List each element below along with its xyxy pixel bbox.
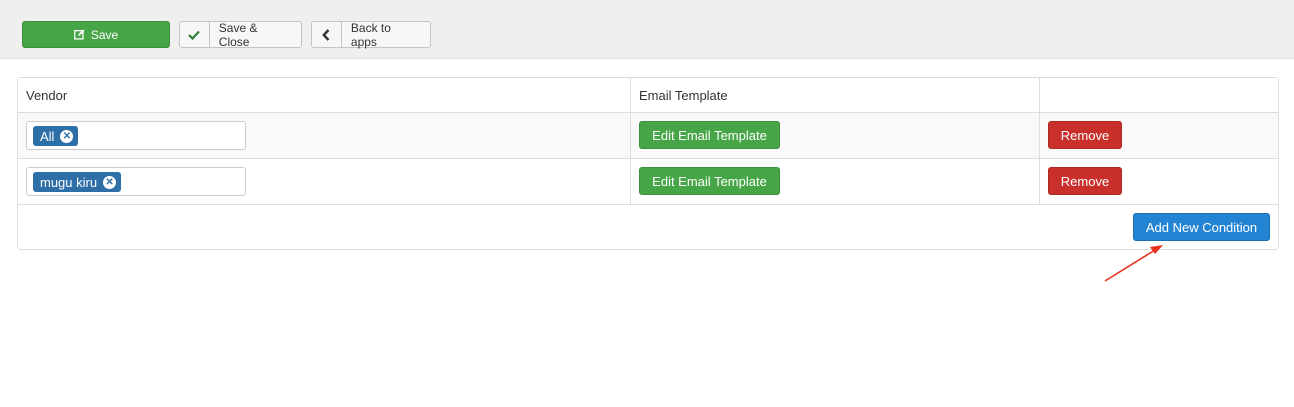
edit-email-template-button[interactable]: Edit Email Template xyxy=(639,121,780,149)
add-new-condition-button[interactable]: Add New Condition xyxy=(1133,213,1270,241)
chevron-left-icon xyxy=(312,22,342,47)
back-to-apps-button[interactable]: Back to apps xyxy=(311,20,431,49)
back-to-apps-button-label: Back to apps xyxy=(350,20,391,49)
email-template-cell: Edit Email Template xyxy=(631,113,1040,158)
remove-button[interactable]: Remove xyxy=(1048,121,1122,149)
edit-icon xyxy=(73,29,85,40)
email-template-cell: Edit Email Template xyxy=(631,159,1040,204)
table-header-row: Vendor Email Template xyxy=(18,78,1278,113)
close-circle-icon[interactable]: ✕ xyxy=(103,175,117,189)
table-row: All ✕ Edit Email Template Remove xyxy=(18,113,1278,159)
column-header-actions xyxy=(1040,78,1278,112)
vendor-select[interactable]: All ✕ xyxy=(26,121,246,150)
save-close-button[interactable]: Save & Close xyxy=(179,20,302,49)
actions-cell: Remove xyxy=(1040,113,1278,158)
edit-email-template-button[interactable]: Edit Email Template xyxy=(639,167,780,195)
column-header-email-template: Email Template xyxy=(631,78,1040,112)
vendor-cell: mugu kiru ✕ xyxy=(18,159,631,204)
table-row: mugu kiru ✕ Edit Email Template Remove xyxy=(18,159,1278,205)
conditions-table: Vendor Email Template All ✕ Edit Email T… xyxy=(17,77,1279,250)
remove-button[interactable]: Remove xyxy=(1048,167,1122,195)
vendor-cell: All ✕ xyxy=(18,113,631,158)
vendor-tag: mugu kiru ✕ xyxy=(33,172,122,192)
table-footer-row: Add New Condition xyxy=(18,205,1278,249)
check-icon xyxy=(180,22,210,47)
save-close-button-label: Save & Close xyxy=(218,20,258,49)
column-header-vendor: Vendor xyxy=(18,78,631,112)
vendor-tag-label: mugu kiru xyxy=(40,174,98,190)
close-circle-icon[interactable]: ✕ xyxy=(60,129,74,143)
vendor-tag-label: All xyxy=(40,128,55,144)
vendor-tag: All ✕ xyxy=(33,126,79,146)
save-button[interactable]: Save xyxy=(22,21,170,48)
toolbar: Save Save & Close Back to apps xyxy=(0,0,1294,59)
vendor-select[interactable]: mugu kiru ✕ xyxy=(26,167,246,196)
save-button-label: Save xyxy=(90,27,119,42)
actions-cell: Remove xyxy=(1040,159,1278,204)
